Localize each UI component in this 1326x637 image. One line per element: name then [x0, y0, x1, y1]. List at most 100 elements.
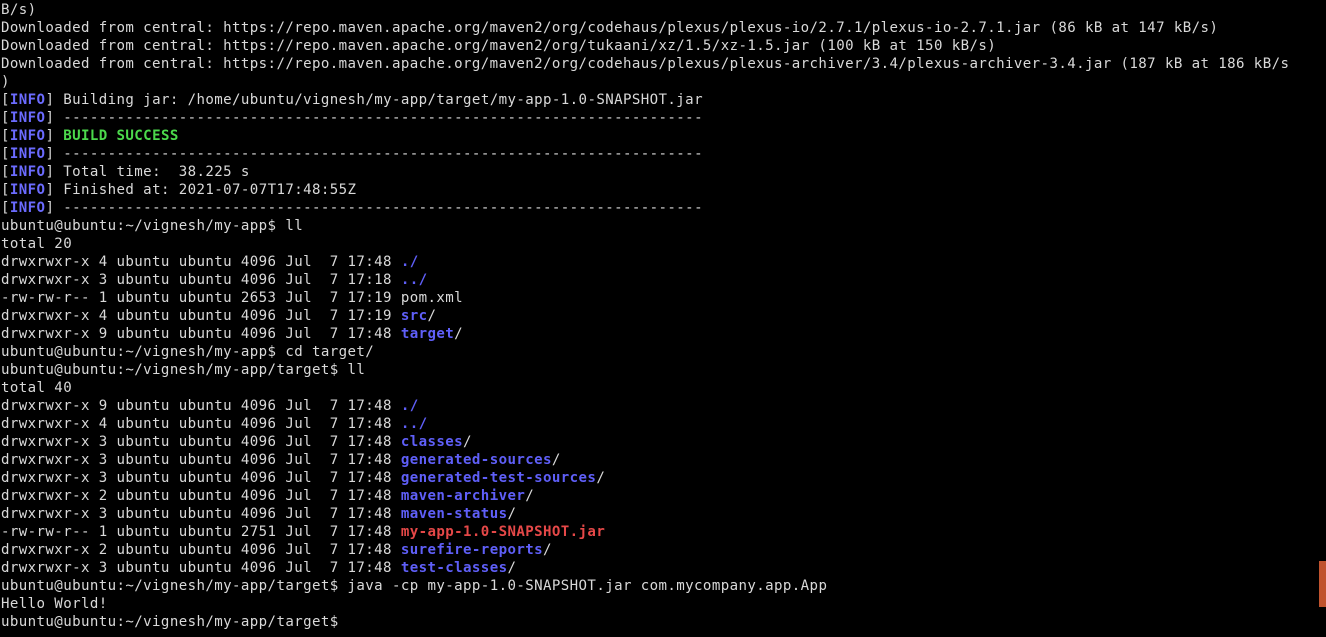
separator — [392, 470, 401, 486]
file-metadata: drwxrwxr-x 4 ubuntu ubuntu 4096 Jul 7 17… — [1, 416, 392, 432]
output-text: B/s) — [1, 2, 37, 18]
output-text: Downloaded from central: https://repo.ma… — [1, 20, 1219, 36]
terminal-line: [INFO] Building jar: /home/ubuntu/vignes… — [1, 91, 1317, 109]
directory-listing-row: drwxrwxr-x 2 ubuntu ubuntu 4096 Jul 7 17… — [1, 487, 1317, 505]
directory-listing-row: drwxrwxr-x 3 ubuntu ubuntu 4096 Jul 7 17… — [1, 271, 1317, 289]
log-level-tag: INFO — [9, 146, 46, 162]
separator — [392, 254, 401, 270]
file-metadata: drwxrwxr-x 4 ubuntu ubuntu 4096 Jul 7 17… — [1, 254, 392, 270]
directory-listing-row: drwxrwxr-x 4 ubuntu ubuntu 4096 Jul 7 17… — [1, 307, 1317, 325]
file-name: ./ — [400, 254, 419, 270]
shell-command: java -cp my-app-1.0-SNAPSHOT.jar com.myc… — [347, 578, 828, 594]
file-name: classes — [400, 434, 464, 450]
terminal-line: Downloaded from central: https://repo.ma… — [1, 37, 1317, 55]
bracket: [ — [1, 164, 10, 180]
separator — [392, 452, 401, 468]
path-suffix: / — [543, 542, 552, 558]
file-name: target — [400, 326, 455, 342]
shell-command: cd target/ — [285, 344, 375, 360]
directory-listing-row: -rw-rw-r-- 1 ubuntu ubuntu 2751 Jul 7 17… — [1, 523, 1317, 541]
shell-prompt: ubuntu@ubuntu:~/vignesh/my-app$ — [1, 218, 277, 234]
terminal-line: ubuntu@ubuntu:~/vignesh/my-app/target$ — [1, 613, 1317, 631]
terminal-line: Downloaded from central: https://repo.ma… — [1, 55, 1317, 73]
vertical-scrollbar[interactable] — [1319, 0, 1326, 637]
terminal-line: ubuntu@ubuntu:~/vignesh/my-app$ cd targe… — [1, 343, 1317, 361]
output-text: Downloaded from central: https://repo.ma… — [1, 56, 1290, 72]
file-metadata: drwxrwxr-x 3 ubuntu ubuntu 4096 Jul 7 17… — [1, 452, 392, 468]
separator — [392, 506, 401, 522]
file-name: generated-sources — [400, 452, 552, 468]
shell-prompt: ubuntu@ubuntu:~/vignesh/my-app$ — [1, 344, 277, 360]
file-metadata: drwxrwxr-x 9 ubuntu ubuntu 4096 Jul 7 17… — [1, 398, 392, 414]
path-suffix: / — [427, 308, 437, 324]
shell-command: ll — [347, 362, 366, 378]
file-metadata: drwxrwxr-x 4 ubuntu ubuntu 4096 Jul 7 17… — [1, 308, 392, 324]
log-level-tag: INFO — [9, 164, 46, 180]
terminal-line: Downloaded from central: https://repo.ma… — [1, 19, 1317, 37]
file-name: ./ — [400, 398, 419, 414]
file-name: ../ — [400, 416, 428, 432]
output-text: total 40 — [1, 380, 73, 396]
bracket: ] — [45, 146, 64, 162]
separator — [276, 344, 285, 360]
log-message: Finished at: 2021-07-07T17:48:55Z — [63, 182, 357, 198]
file-metadata: drwxrwxr-x 2 ubuntu ubuntu 4096 Jul 7 17… — [1, 488, 392, 504]
file-name: pom.xml — [400, 290, 464, 306]
shell-prompt: ubuntu@ubuntu:~/vignesh/my-app/target$ — [1, 578, 339, 594]
terminal-line: total 40 — [1, 379, 1317, 397]
separator — [392, 290, 401, 306]
terminal-output[interactable]: B/s) Downloaded from central: https://rep… — [1, 1, 1317, 637]
file-name: maven-status — [400, 506, 508, 522]
build-status: BUILD SUCCESS — [63, 128, 179, 144]
terminal-line: ubuntu@ubuntu:~/vignesh/my-app/target$ j… — [1, 577, 1317, 595]
separator — [339, 362, 348, 378]
path-suffix: / — [525, 488, 535, 504]
terminal-line: [INFO] Total time: 38.225 s — [1, 163, 1317, 181]
bracket: ] — [45, 92, 64, 108]
file-metadata: drwxrwxr-x 3 ubuntu ubuntu 4096 Jul 7 17… — [1, 434, 392, 450]
file-name: my-app-1.0-SNAPSHOT.jar — [400, 524, 606, 540]
separator — [392, 542, 401, 558]
directory-listing-row: drwxrwxr-x 4 ubuntu ubuntu 4096 Jul 7 17… — [1, 253, 1317, 271]
directory-listing-row: -rw-rw-r-- 1 ubuntu ubuntu 2653 Jul 7 17… — [1, 289, 1317, 307]
separator — [339, 578, 348, 594]
scrollbar-thumb[interactable] — [1319, 561, 1326, 607]
log-level-tag: INFO — [9, 200, 46, 216]
bracket: ] — [45, 200, 64, 216]
bracket: [ — [1, 200, 10, 216]
directory-listing-row: drwxrwxr-x 9 ubuntu ubuntu 4096 Jul 7 17… — [1, 397, 1317, 415]
separator — [392, 326, 401, 342]
terminal-line: total 20 — [1, 235, 1317, 253]
file-name: test-classes — [400, 560, 508, 576]
file-name: ../ — [400, 272, 428, 288]
log-level-tag: INFO — [9, 110, 46, 126]
separator — [392, 524, 401, 540]
separator — [392, 434, 401, 450]
file-name: surefire-reports — [400, 542, 544, 558]
directory-listing-row: drwxrwxr-x 9 ubuntu ubuntu 4096 Jul 7 17… — [1, 325, 1317, 343]
bracket: [ — [1, 146, 10, 162]
directory-listing-row: drwxrwxr-x 2 ubuntu ubuntu 4096 Jul 7 17… — [1, 541, 1317, 559]
terminal-line: ubuntu@ubuntu:~/vignesh/my-app$ ll — [1, 217, 1317, 235]
file-metadata: drwxrwxr-x 3 ubuntu ubuntu 4096 Jul 7 17… — [1, 272, 392, 288]
separator — [392, 560, 401, 576]
terminal-line: [INFO] Finished at: 2021-07-07T17:48:55Z — [1, 181, 1317, 199]
terminal-line: Hello World! — [1, 595, 1317, 613]
bracket: ] — [45, 164, 64, 180]
bracket: [ — [1, 128, 10, 144]
bracket: [ — [1, 92, 10, 108]
file-metadata: drwxrwxr-x 9 ubuntu ubuntu 4096 Jul 7 17… — [1, 326, 392, 342]
directory-listing-row: drwxrwxr-x 3 ubuntu ubuntu 4096 Jul 7 17… — [1, 469, 1317, 487]
log-message: Building jar: /home/ubuntu/vignesh/my-ap… — [63, 92, 703, 108]
log-level-tag: INFO — [9, 182, 46, 198]
terminal-line: [INFO] ---------------------------------… — [1, 199, 1317, 217]
path-suffix: / — [463, 434, 472, 450]
file-metadata: drwxrwxr-x 3 ubuntu ubuntu 4096 Jul 7 17… — [1, 560, 392, 576]
terminal-line: [INFO] ---------------------------------… — [1, 145, 1317, 163]
bracket: [ — [1, 110, 10, 126]
path-suffix: / — [507, 560, 517, 576]
log-level-tag: INFO — [9, 92, 46, 108]
shell-prompt: ubuntu@ubuntu:~/vignesh/my-app/target$ — [1, 614, 339, 630]
bracket: ] — [45, 110, 64, 126]
log-message: ----------------------------------------… — [63, 146, 703, 162]
